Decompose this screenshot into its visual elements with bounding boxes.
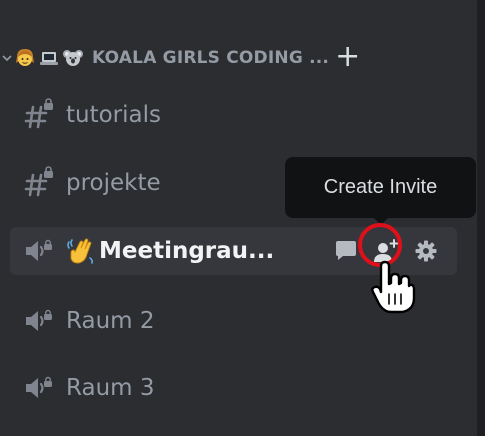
tooltip-text: Create Invite (323, 176, 438, 198)
speaker-lock-icon (22, 234, 56, 268)
channel-item-tutorials[interactable]: tutorials (10, 91, 457, 139)
hashtag-lock-icon (22, 98, 56, 132)
waving-hand-emoji-icon (66, 236, 96, 266)
channel-name: projekte (66, 170, 161, 196)
hashtag-lock-icon (22, 166, 56, 200)
create-invite-tooltip: Create Invite (285, 157, 476, 225)
channel-name: Raum 3 (66, 375, 155, 401)
category-header[interactable]: KOALA GIRLS CODING ... + (0, 40, 455, 76)
channel-name: tutorials (66, 102, 161, 128)
speaker-lock-icon (22, 304, 56, 338)
add-channel-button[interactable]: + (335, 41, 360, 72)
channel-item-raum-3[interactable]: Raum 3 (10, 364, 457, 412)
hand-pointer-icon (371, 260, 416, 314)
chat-bubble-icon[interactable] (333, 238, 359, 264)
sidebar-right-edge (477, 0, 485, 436)
koala-emoji-icon (62, 47, 84, 69)
chevron-down-icon[interactable] (0, 51, 14, 65)
laptop-emoji-icon (38, 47, 60, 69)
channel-name: Meetingrau... (99, 238, 275, 264)
speaker-lock-icon (22, 371, 56, 405)
channel-name: Raum 2 (66, 308, 155, 334)
girl-face-emoji-icon (14, 47, 36, 69)
channel-sidebar: KOALA GIRLS CODING ... + tutorials proje… (0, 0, 485, 436)
category-name: KOALA GIRLS CODING ... (92, 48, 330, 68)
